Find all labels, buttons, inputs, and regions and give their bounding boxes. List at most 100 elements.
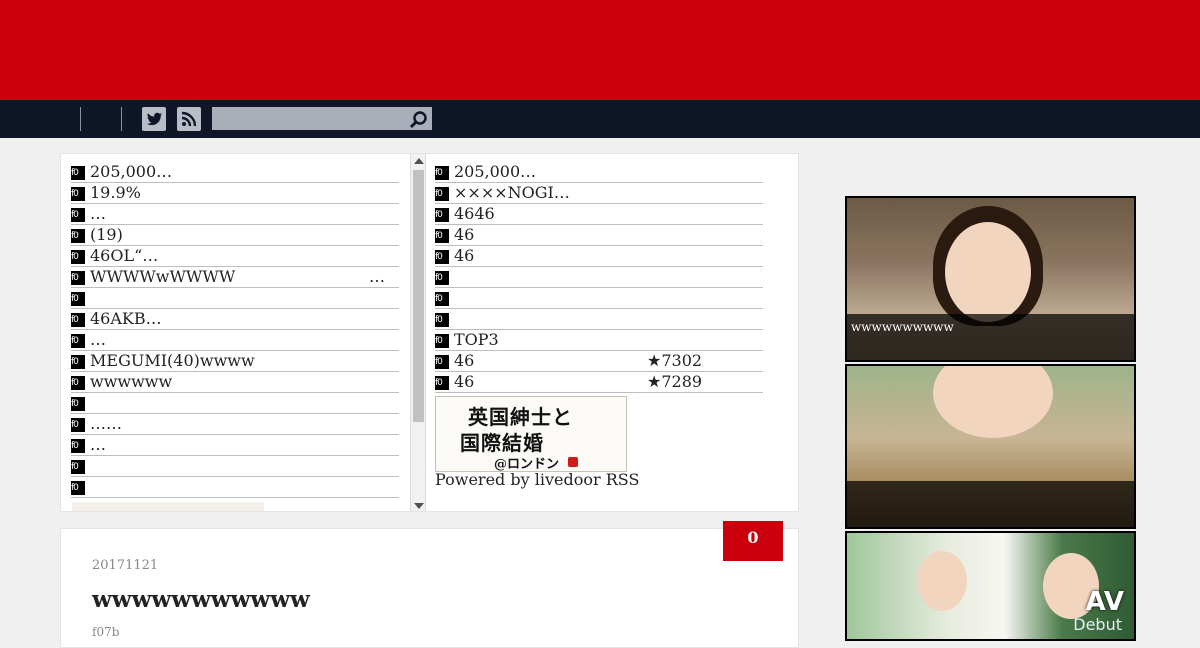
rss-item[interactable]: f0 … [71,330,399,351]
rss-item[interactable]: f0 205,000… [435,162,763,183]
rss-item[interactable]: f0 … [71,204,399,225]
rss-item-title: 46 [454,351,475,370]
rss-item-title: MEGUMI(40)wwww [90,351,255,370]
rss-item-meta: … [369,267,385,286]
rss-item[interactable]: f0 46 [435,225,763,246]
rss-item-title: … [90,330,106,349]
banner-line: 国際結婚 [460,431,544,455]
rss-item-title: 46 [454,372,475,391]
card-badge-sub: Debut [1073,615,1122,634]
rss-item[interactable]: f0 TOP3 [435,330,763,351]
feed-item-icon: f0 [71,376,85,390]
rss-item-title: … [90,435,106,454]
feed-item-icon: f0 [71,334,85,348]
feed-item-icon: f0 [435,250,449,264]
rss-item[interactable]: f0 [435,309,763,330]
rss-item[interactable]: f0 [435,288,763,309]
rss-feed-widget: f0 205,000… f0 19.9% f0 … f0 (19) f0 46OL“… f0 WWWW… [60,153,799,512]
feed-item-icon: f0 [71,271,85,285]
article-card: 0 20171121 wwwwwwwwwww f07b [60,521,799,648]
search-input[interactable] [212,107,432,130]
feed-item-icon: f0 [71,481,85,495]
article-date: 20171121 [92,558,159,573]
rss-item-title: 46 [454,225,475,244]
rss-item[interactable]: f0 [435,267,763,288]
photo-figure [933,366,1053,438]
rss-item-meta: ★7289 [647,372,703,391]
rss-item[interactable]: f0 …… [71,414,399,435]
scroll-up-arrow-icon[interactable] [414,158,424,164]
rss-item-title: 46 [454,246,475,265]
sidebar-article-card[interactable]: AV Debut [845,531,1136,641]
article-category[interactable]: f07b [92,625,119,639]
rss-icon [181,111,197,127]
photo-figure [917,551,967,611]
feed-item-icon: f0 [71,208,85,222]
rss-item[interactable]: f0 (19) [71,225,399,246]
card-caption [847,481,1134,527]
feed-item-icon: f0 [71,166,85,180]
rss-item-title: ××××NOGI… [454,183,570,202]
feed-item-icon: f0 [435,313,449,327]
feed-item-icon: f0 [71,460,85,474]
search-icon [409,111,427,129]
nav-divider [121,107,122,131]
rss-scrollbar[interactable] [410,154,426,511]
nav-divider [80,107,81,131]
rss-item[interactable]: f0 WWWWwWWWW… [71,267,399,288]
rss-item[interactable]: f0 [71,456,399,477]
powered-by-link[interactable]: Powered by livedoor RSS [435,470,639,489]
banner-line: 英国紳士と [468,405,573,429]
rss-item[interactable]: f0 [71,477,399,498]
feed-item-icon: f0 [435,334,449,348]
rss-item[interactable]: f0… [71,435,399,456]
rss-item-title: 205,000… [454,162,537,181]
rss-item[interactable]: f0 46AKB… [71,309,399,330]
rss-item-title: 205,000… [90,162,173,181]
twitter-icon [147,112,162,126]
feed-item-icon: f0 [71,187,85,201]
comment-count-badge[interactable]: 0 [723,521,783,561]
rss-item-title: 46OL“… [90,246,159,265]
card-badge: AV [1085,587,1124,617]
rss-item[interactable]: f0 46 ★7289 [435,372,763,393]
feed-item-icon: f0 [435,166,449,180]
scroll-thumb[interactable] [413,170,424,422]
feed-item-icon: f0 [435,208,449,222]
rss-item-title: (19) [90,225,123,244]
feed-item-icon: f0 [71,313,85,327]
rss-item[interactable]: f0 [71,288,399,309]
rss-item[interactable]: f0 19.9% [71,183,399,204]
rss-item[interactable]: f0 205,000… [71,162,399,183]
feed-item-icon: f0 [435,271,449,285]
search-button[interactable] [408,109,430,129]
rss-button[interactable] [177,107,201,131]
sidebar-article-card[interactable] [845,364,1136,529]
feed-item-icon: f0 [435,376,449,390]
blog-banner-link[interactable]: 英国紳士と 国際結婚 @ロンドン [435,396,627,472]
feed-item-icon: f0 [435,292,449,306]
rss-item[interactable]: f0 46 [435,246,763,267]
rss-thumbnail[interactable] [72,502,264,511]
article-title[interactable]: wwwwwwwwwww [92,586,310,613]
rss-item-title: …… [90,414,122,433]
sidebar-article-card[interactable]: wwwwwwwwww [845,196,1136,362]
rss-item[interactable]: f0 46 ★7302 [435,351,763,372]
rss-item-title: TOP3 [454,330,499,349]
site-header [0,0,1200,100]
rss-item[interactable]: f0 ××××NOGI… [435,183,763,204]
twitter-button[interactable] [142,107,166,131]
rss-item-title: wwwwww [90,372,173,391]
rss-item[interactable]: f0 [71,393,399,414]
feed-item-icon: f0 [71,355,85,369]
rss-item-meta: ★7302 [647,351,703,370]
feed-item-icon: f0 [71,229,85,243]
rss-item[interactable]: f0 wwwwww [71,372,399,393]
rss-item-title: … [90,204,106,223]
rss-column-right: f0 205,000… f0 ××××NOGI… f0 4646 f0 46 f0 46 f0 f0 f… [435,162,763,393]
scroll-down-arrow-icon[interactable] [414,503,424,509]
rss-item[interactable]: f0 MEGUMI(40)wwww [71,351,399,372]
rss-item[interactable]: f0 4646 [435,204,763,225]
rss-item[interactable]: f0 46OL“… [71,246,399,267]
rss-item-title: 4646 [454,204,495,223]
